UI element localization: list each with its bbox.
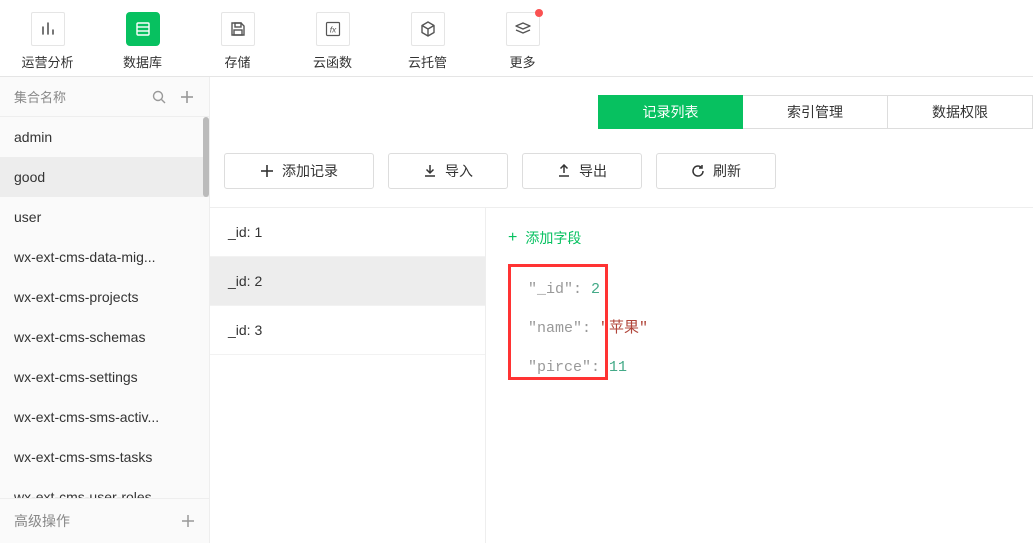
json-value: 11	[609, 359, 627, 376]
collection-item[interactable]: wx-ext-cms-sms-tasks	[0, 437, 209, 477]
tab-bar: 记录列表 索引管理 数据权限	[210, 77, 1033, 129]
stack-icon	[506, 12, 540, 46]
record-item[interactable]: _id: 1	[210, 208, 485, 257]
refresh-icon	[691, 164, 705, 178]
collection-item[interactable]: wx-ext-cms-data-mig...	[0, 237, 209, 277]
json-row[interactable]: "pirce": 11	[528, 348, 1033, 387]
topnav-label: 存储	[190, 52, 285, 71]
json-value: 2	[591, 281, 600, 298]
export-icon	[557, 164, 571, 178]
button-label: 导入	[445, 161, 473, 181]
tab-records[interactable]: 记录列表	[598, 95, 743, 129]
main-panel: 记录列表 索引管理 数据权限 添加记录 导入 导出 刷新	[210, 77, 1033, 543]
top-nav: 运营分析 数据库 存储 fx 云函数 云托管 更多	[0, 0, 1033, 77]
toolbar: 添加记录 导入 导出 刷新	[210, 129, 1033, 207]
sidebar-scrollbar[interactable]	[203, 117, 209, 498]
topnav-item-cloud-functions[interactable]: fx 云函数	[285, 8, 380, 71]
record-list: _id: 1 _id: 2 _id: 3	[210, 208, 486, 543]
refresh-button[interactable]: 刷新	[656, 153, 776, 189]
collection-item[interactable]: admin	[0, 117, 209, 157]
topnav-label: 运营分析	[0, 52, 95, 71]
add-field-button[interactable]: + 添加字段	[508, 228, 1033, 248]
topnav-item-storage[interactable]: 存储	[190, 8, 285, 71]
tab-permissions[interactable]: 数据权限	[888, 95, 1033, 129]
collection-item[interactable]: good	[0, 157, 209, 197]
collection-item[interactable]: wx-ext-cms-settings	[0, 357, 209, 397]
plus-icon	[260, 164, 274, 178]
search-icon[interactable]	[151, 89, 167, 105]
tab-indexes[interactable]: 索引管理	[743, 95, 888, 129]
sidebar: 集合名称 admin good user wx-ext-cms-data-mig…	[0, 77, 210, 543]
button-label: 导出	[579, 161, 607, 181]
button-label: 刷新	[713, 161, 741, 181]
topnav-item-analytics[interactable]: 运营分析	[0, 8, 95, 71]
import-icon	[423, 164, 437, 178]
add-record-button[interactable]: 添加记录	[224, 153, 374, 189]
collection-item[interactable]: wx-ext-cms-user-roles	[0, 477, 209, 498]
advanced-ops-label: 高级操作	[14, 511, 181, 531]
collection-item[interactable]: wx-ext-cms-projects	[0, 277, 209, 317]
collection-list: admin good user wx-ext-cms-data-mig... w…	[0, 116, 209, 498]
content-area: _id: 1 _id: 2 _id: 3 + 添加字段 "_id": 2 "na…	[210, 207, 1033, 543]
notification-dot-icon	[535, 9, 543, 17]
topnav-item-more[interactable]: 更多	[475, 8, 570, 71]
export-button[interactable]: 导出	[522, 153, 642, 189]
database-icon	[126, 12, 160, 46]
record-detail: + 添加字段 "_id": 2 "name": "苹果" "pirce": 11	[486, 208, 1033, 543]
topnav-label: 云函数	[285, 52, 380, 71]
add-collection-icon[interactable]	[179, 89, 195, 105]
json-row[interactable]: "name": "苹果"	[528, 309, 1033, 348]
plus-icon	[181, 514, 195, 528]
topnav-item-database[interactable]: 数据库	[95, 8, 190, 71]
button-label: 添加记录	[282, 161, 338, 181]
save-icon	[221, 12, 255, 46]
json-key: "_id"	[528, 281, 573, 298]
record-item[interactable]: _id: 2	[210, 257, 485, 306]
json-value: "苹果"	[600, 320, 648, 337]
sidebar-header: 集合名称	[0, 77, 209, 116]
json-row[interactable]: "_id": 2	[528, 270, 1033, 309]
sidebar-title: 集合名称	[14, 87, 139, 106]
topnav-label: 更多	[475, 52, 570, 71]
svg-text:fx: fx	[329, 25, 336, 35]
record-item[interactable]: _id: 3	[210, 306, 485, 355]
advanced-ops[interactable]: 高级操作	[0, 498, 209, 543]
cube-icon	[411, 12, 445, 46]
json-key: "name"	[528, 320, 582, 337]
topnav-label: 数据库	[95, 52, 190, 71]
add-field-label: 添加字段	[525, 228, 581, 248]
import-button[interactable]: 导入	[388, 153, 508, 189]
bars-icon	[31, 12, 65, 46]
json-key: "pirce"	[528, 359, 591, 376]
fx-icon: fx	[316, 12, 350, 46]
json-viewer: "_id": 2 "name": "苹果" "pirce": 11	[508, 270, 1033, 387]
topnav-label: 云托管	[380, 52, 475, 71]
collection-item[interactable]: wx-ext-cms-sms-activ...	[0, 397, 209, 437]
topnav-item-cloud-hosting[interactable]: 云托管	[380, 8, 475, 71]
collection-item[interactable]: user	[0, 197, 209, 237]
collection-item[interactable]: wx-ext-cms-schemas	[0, 317, 209, 357]
plus-icon: +	[508, 229, 517, 247]
